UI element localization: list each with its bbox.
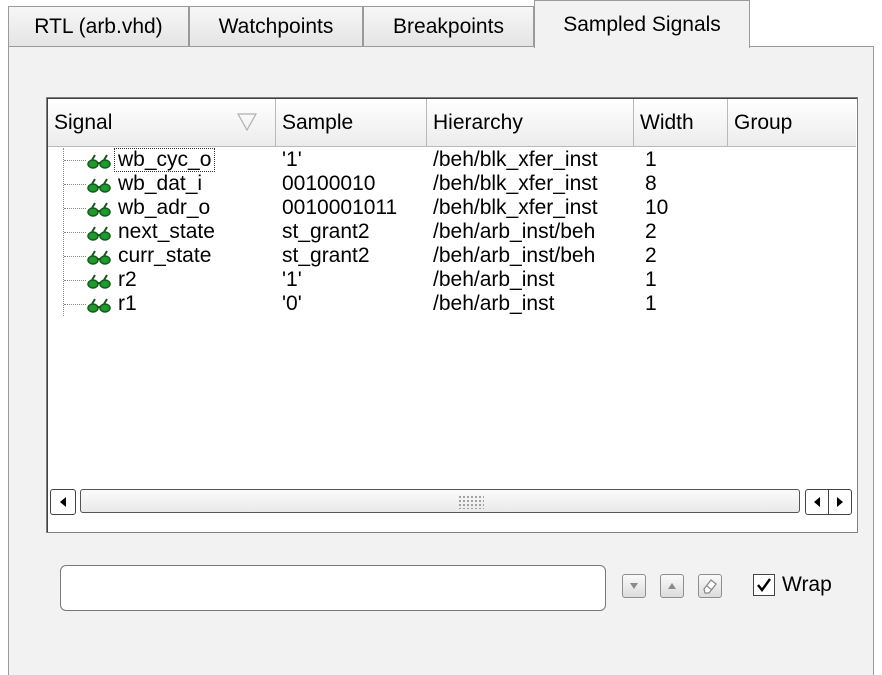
clear-find-button[interactable] — [698, 574, 722, 598]
sort-descending-icon — [236, 113, 258, 132]
tab-label: Watchpoints — [218, 15, 334, 38]
find-input[interactable] — [60, 565, 606, 611]
eraser-icon — [703, 579, 717, 594]
tab-watchpoints[interactable]: Watchpoints — [189, 6, 363, 47]
column-header-label: Group — [734, 110, 793, 134]
column-header-width[interactable]: Width — [634, 99, 728, 147]
find-previous-button[interactable] — [660, 574, 684, 598]
signal-hierarchy: /beh/arb_inst — [433, 292, 555, 315]
signal-hierarchy: /beh/blk_xfer_inst — [433, 148, 598, 171]
tree-branch — [64, 184, 86, 185]
signal-sample: st_grant2 — [282, 244, 370, 267]
column-header-label: Width — [640, 110, 694, 134]
tab-sampled-signals[interactable]: Sampled Signals — [534, 0, 750, 48]
table-row[interactable]: r2 '1' /beh/arb_inst 1 — [48, 268, 856, 292]
table-row[interactable]: wb_dat_i 00100010 /beh/blk_xfer_inst 8 — [48, 172, 856, 196]
signal-sample: '0' — [282, 292, 302, 315]
column-header-label: Signal — [54, 110, 113, 134]
signal-sample: '1' — [282, 268, 302, 291]
binoculars-icon — [87, 226, 111, 241]
tab-breakpoints[interactable]: Breakpoints — [363, 6, 534, 47]
column-header-group[interactable]: Group — [728, 99, 856, 147]
tree-branch — [64, 208, 86, 209]
tree-branch — [64, 256, 86, 257]
triangle-down-icon — [630, 583, 638, 589]
scroll-left-button[interactable] — [50, 489, 76, 515]
binoculars-icon — [87, 178, 111, 193]
column-header-signal[interactable]: Signal — [48, 99, 276, 147]
wrap-checkbox[interactable] — [753, 574, 775, 596]
signal-hierarchy: /beh/arb_inst — [433, 268, 555, 291]
signal-hierarchy: /beh/arb_inst/beh — [433, 220, 596, 243]
signal-name: curr_state — [118, 244, 212, 267]
tab-label: Sampled Signals — [563, 12, 721, 36]
arrow-left-icon — [814, 497, 820, 507]
tree-branch — [64, 232, 86, 233]
signal-sample: 0010001011 — [282, 196, 398, 219]
binoculars-icon — [87, 250, 111, 265]
signal-name: wb_dat_i — [118, 172, 203, 195]
signal-width: 1 — [645, 292, 657, 315]
checkmark-icon — [757, 578, 771, 592]
signal-hierarchy: /beh/arb_inst/beh — [433, 244, 596, 267]
signal-name: r2 — [118, 268, 137, 291]
scrollbar-grip — [458, 495, 484, 509]
table-row[interactable]: curr_state st_grant2 /beh/arb_inst/beh 2 — [48, 244, 856, 268]
tree-branch — [64, 304, 86, 305]
triangle-up-icon — [668, 583, 676, 589]
wrap-label[interactable]: Wrap — [782, 572, 832, 598]
table-row[interactable]: next_state st_grant2 /beh/arb_inst/beh 2 — [48, 220, 856, 244]
binoculars-icon — [87, 202, 111, 217]
arrow-left-icon — [60, 497, 66, 507]
column-header-label: Hierarchy — [433, 110, 523, 134]
signal-width: 2 — [645, 244, 657, 267]
signal-width: 10 — [645, 196, 669, 219]
signal-width: 1 — [645, 268, 657, 291]
signal-name: next_state — [118, 220, 215, 243]
arrow-right-icon — [837, 497, 843, 507]
tree-branch — [64, 280, 86, 281]
signal-hierarchy: /beh/blk_xfer_inst — [433, 196, 598, 219]
signal-name: wb_cyc_o — [113, 148, 216, 172]
binoculars-icon — [87, 154, 111, 169]
signal-name: r1 — [118, 292, 137, 315]
tab-rtl-arb-vhd[interactable]: RTL (arb.vhd) — [8, 6, 189, 47]
signal-sample: 00100010 — [282, 172, 376, 195]
tab-label: Breakpoints — [393, 15, 504, 38]
column-header-hierarchy[interactable]: Hierarchy — [427, 99, 634, 147]
column-header-sample[interactable]: Sample — [276, 99, 427, 147]
tab-label: RTL (arb.vhd) — [34, 15, 163, 38]
table-row[interactable]: wb_adr_o 0010001011 /beh/blk_xfer_inst 1… — [48, 196, 856, 220]
scrollbar-thumb[interactable] — [80, 489, 800, 513]
sampled-signals-table[interactable]: Signal Sample Hierarchy Width Group wb_c… — [46, 97, 858, 533]
signal-sample: '1' — [282, 148, 302, 171]
signal-width: 8 — [645, 172, 657, 195]
table-row[interactable]: r1 '0' /beh/arb_inst 1 — [48, 292, 856, 316]
column-header-label: Sample — [282, 110, 354, 134]
signal-name: wb_adr_o — [118, 196, 211, 219]
horizontal-scrollbar[interactable] — [48, 486, 856, 516]
signal-hierarchy: /beh/blk_xfer_inst — [433, 172, 598, 195]
scroll-right-button[interactable] — [828, 489, 852, 515]
signal-width: 2 — [645, 220, 657, 243]
signal-sample: st_grant2 — [282, 220, 370, 243]
tree-branch — [64, 160, 86, 161]
scroll-left-button-secondary[interactable] — [805, 489, 829, 515]
table-row[interactable]: wb_cyc_o '1' /beh/blk_xfer_inst 1 — [48, 148, 856, 172]
binoculars-icon — [87, 298, 111, 313]
find-next-button[interactable] — [622, 574, 646, 598]
signal-width: 1 — [645, 148, 657, 171]
binoculars-icon — [87, 274, 111, 289]
